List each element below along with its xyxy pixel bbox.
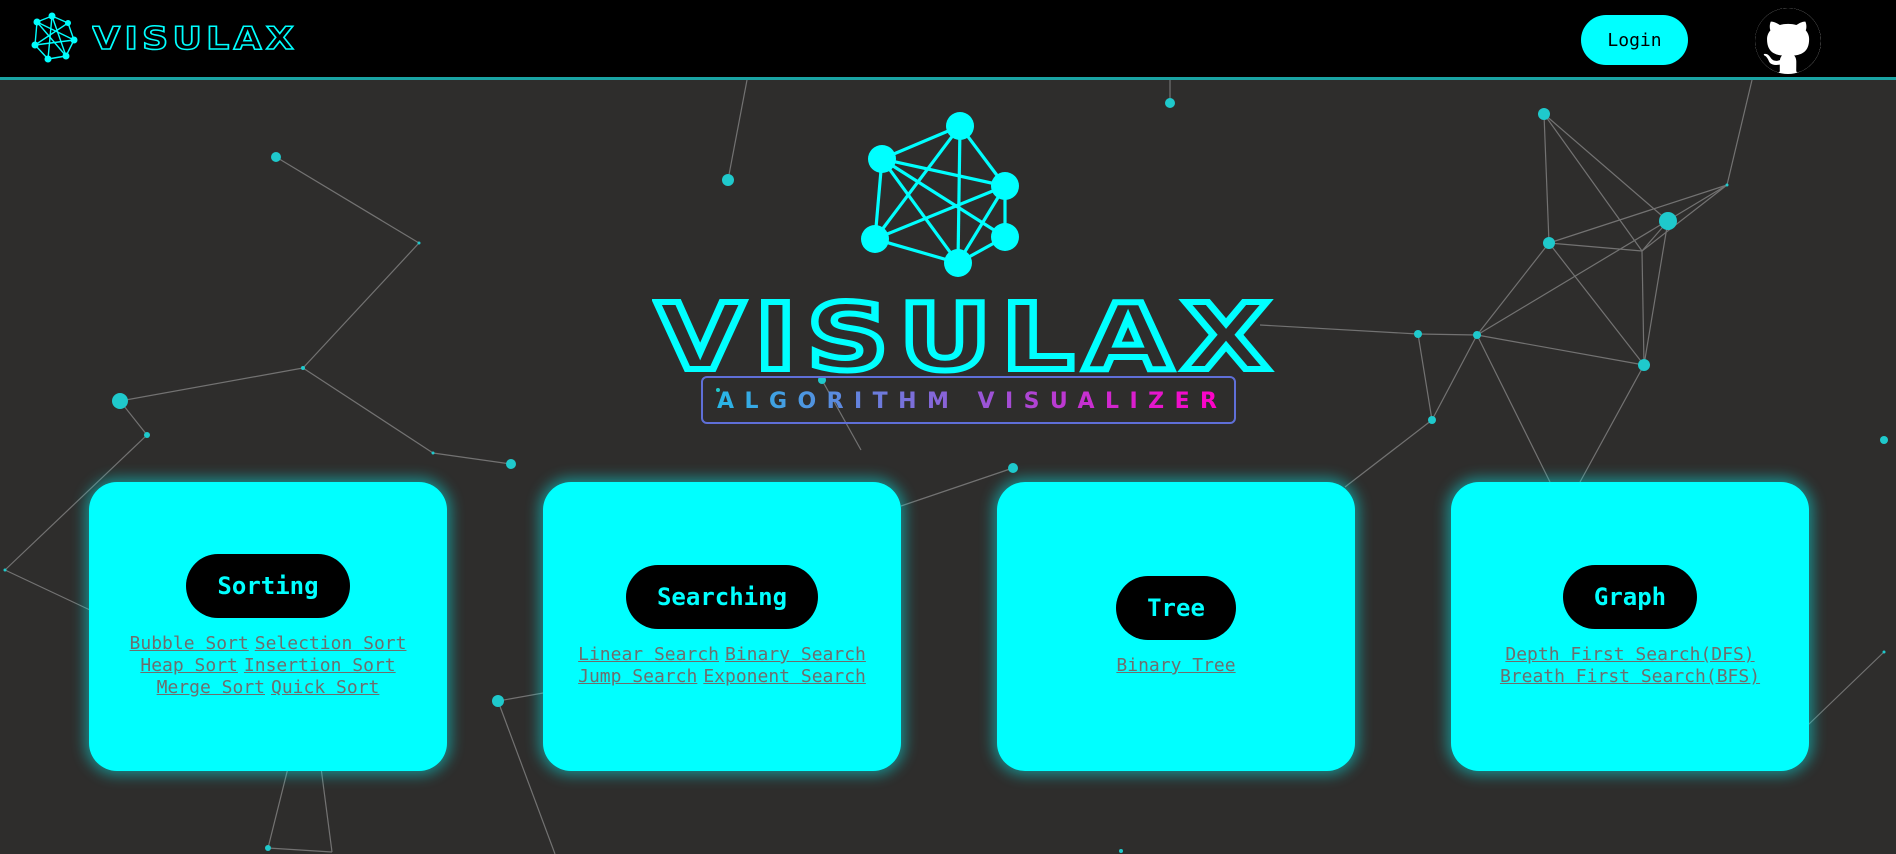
tagline-text: ALGORITHM VISUALIZER: [717, 389, 1217, 414]
graph-card: Graph Depth First Search(DFS) Breath Fir…: [1451, 482, 1809, 771]
searching-title-button[interactable]: Searching: [625, 565, 819, 629]
tree-links: Binary Tree: [1021, 655, 1331, 677]
login-button[interactable]: Login: [1581, 15, 1688, 65]
tree-card: Tree Binary Tree: [997, 482, 1355, 771]
tagline-box: ALGORITHM VISUALIZER: [701, 376, 1236, 424]
binary-search-link[interactable]: Binary Search: [725, 644, 866, 665]
merge-sort-link[interactable]: Merge Sort: [157, 677, 265, 698]
bubble-sort-link[interactable]: Bubble Sort: [130, 633, 249, 654]
tree-title-button[interactable]: Tree: [1116, 576, 1236, 640]
exponent-search-link[interactable]: Exponent Search: [703, 666, 866, 687]
hero-title-text: VISULAX: [656, 292, 1280, 376]
github-link[interactable]: [1755, 8, 1821, 74]
bfs-link[interactable]: Breath First Search(BFS): [1500, 666, 1760, 687]
brand-name: VISULAX: [92, 22, 298, 54]
graph-links: Depth First Search(DFS) Breath First Sea…: [1475, 644, 1785, 688]
quick-sort-link[interactable]: Quick Sort: [271, 677, 379, 698]
dfs-link[interactable]: Depth First Search(DFS): [1505, 644, 1754, 665]
binary-tree-link[interactable]: Binary Tree: [1116, 655, 1235, 676]
brand-wordmark: VISULAX: [92, 22, 298, 54]
hero-title: VISULAX: [653, 292, 1280, 376]
navbar: VISULAX Login: [0, 0, 1896, 80]
hero-network-icon: [861, 112, 1019, 277]
linear-search-link[interactable]: Linear Search: [578, 644, 719, 665]
github-icon: [1755, 8, 1821, 73]
sorting-card: Sorting Bubble Sort Selection Sort Heap S…: [89, 482, 447, 771]
insertion-sort-link[interactable]: Insertion Sort: [244, 655, 396, 676]
jump-search-link[interactable]: Jump Search: [578, 666, 697, 687]
graph-title-button[interactable]: Graph: [1562, 565, 1698, 629]
searching-card: Searching Linear Search Binary Search Jum…: [543, 482, 901, 771]
selection-sort-link[interactable]: Selection Sort: [255, 633, 407, 654]
searching-links: Linear Search Binary Search Jump Search Ex…: [567, 644, 877, 688]
heap-sort-link[interactable]: Heap Sort: [140, 655, 238, 676]
sorting-title-button[interactable]: Sorting: [186, 554, 350, 618]
sorting-links: Bubble Sort Selection Sort Heap Sort Inser…: [113, 633, 423, 699]
network-graph-icon: [31, 12, 78, 63]
brand-logo[interactable]: VISULAX: [30, 12, 300, 64]
